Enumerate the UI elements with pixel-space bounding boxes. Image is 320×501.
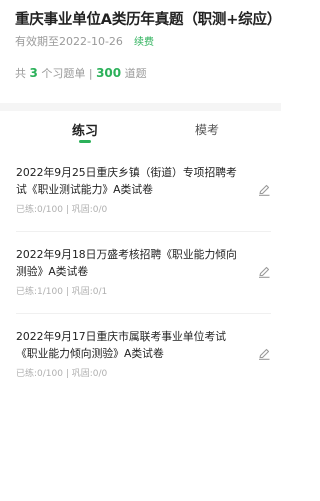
list-item[interactable]: 2022年9月17日重庆市属联考事业单位考试《职业能力倾向测验》A类试卷 已练:… bbox=[0, 314, 281, 396]
edit-icon[interactable] bbox=[257, 347, 271, 361]
tab-mock-exam[interactable]: 模考 bbox=[195, 121, 219, 138]
edit-icon[interactable] bbox=[257, 183, 271, 197]
section-divider bbox=[0, 103, 281, 111]
tab-practice[interactable]: 练习 bbox=[72, 120, 98, 139]
item-progress: 已练:0/100 | 巩固:0/0 bbox=[16, 369, 108, 379]
item-progress: 已练:1/100 | 巩固:0/1 bbox=[16, 287, 108, 297]
stats-prefix: 共 bbox=[15, 67, 26, 80]
item-title: 2022年9月18日万盛考核招聘《职业能力倾向测验》A类试卷 bbox=[16, 248, 237, 278]
item-title: 2022年9月25日重庆乡镇（街道）专项招聘考试《职业测试能力》A类试卷 bbox=[16, 166, 237, 196]
item-title: 2022年9月17日重庆市属联考事业单位考试《职业能力倾向测验》A类试卷 bbox=[16, 330, 227, 360]
active-tab-indicator bbox=[79, 140, 91, 143]
edit-icon[interactable] bbox=[257, 265, 271, 279]
list-item[interactable]: 2022年9月25日重庆乡镇（街道）专项招聘考试《职业测试能力》A类试卷 已练:… bbox=[0, 150, 281, 232]
stats-summary: 共 3 个习题单 | 300 道题 bbox=[15, 65, 147, 81]
question-suffix: 道题 bbox=[124, 67, 147, 80]
page-title: 重庆事业单位A类历年真题（职测+综应） bbox=[15, 12, 282, 28]
item-progress: 已练:0/100 | 巩固:0/0 bbox=[16, 205, 108, 215]
renew-link[interactable]: 续费 bbox=[134, 33, 154, 48]
tab-bar: 练习 模考 bbox=[0, 111, 281, 147]
validity-date: 有效期至2022-10-26 bbox=[15, 35, 123, 48]
list-item[interactable]: 2022年9月18日万盛考核招聘《职业能力倾向测验》A类试卷 已练:1/100 … bbox=[0, 232, 281, 314]
header: 重庆事业单位A类历年真题（职测+综应） 有效期至2022-10-26 续费 共 … bbox=[0, 0, 281, 103]
question-count: 300 bbox=[96, 66, 122, 80]
set-suffix: 个习题单 | bbox=[41, 67, 93, 80]
set-count: 3 bbox=[29, 66, 38, 80]
